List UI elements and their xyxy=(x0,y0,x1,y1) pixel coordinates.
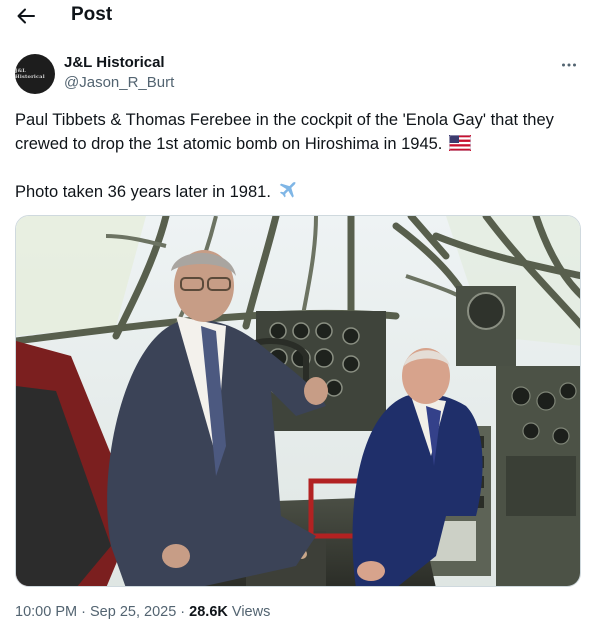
tweet-date[interactable]: Sep 25, 2025 xyxy=(90,604,176,620)
tweet-line-1: Paul Tibbets & Thomas Ferebee in the coc… xyxy=(15,111,554,153)
tweet-photo[interactable] xyxy=(15,215,581,587)
meta-separator-2: · xyxy=(180,604,186,620)
avatar-logo-text: J&L Historical xyxy=(15,68,45,80)
tweet-paragraph-2: Photo taken 36 years later in 1981. xyxy=(15,180,575,204)
cockpit-photo-illustration xyxy=(16,216,580,586)
arrow-left-icon xyxy=(17,8,35,24)
tweet-paragraph-1: Paul Tibbets & Thomas Ferebee in the coc… xyxy=(15,108,575,156)
meta-separator: · xyxy=(81,604,86,620)
tweet-line-2: Photo taken 36 years later in 1981. xyxy=(15,183,271,201)
avatar[interactable]: J&L Historical xyxy=(15,54,55,94)
views-count: 28.6K xyxy=(189,604,228,620)
airplane-icon xyxy=(279,182,296,198)
author-handle[interactable]: @Jason_R_Burt xyxy=(64,74,174,91)
back-button[interactable] xyxy=(12,2,40,30)
tweet-time[interactable]: 10:00 PM xyxy=(15,604,77,620)
page-title: Post xyxy=(71,4,113,25)
views-label: Views xyxy=(231,604,271,620)
more-options-button[interactable] xyxy=(558,54,580,76)
tweet-meta: 10:00 PM · Sep 25, 2025 · 28.6K Views xyxy=(15,604,270,620)
author-display-name[interactable]: J&L Historical xyxy=(64,54,165,71)
tweet-text: Paul Tibbets & Thomas Ferebee in the coc… xyxy=(15,108,575,204)
top-bar: Post xyxy=(0,0,594,34)
tweet-author-row: J&L Historical J&L Historical @Jason_R_B… xyxy=(0,48,594,98)
more-dots-icon xyxy=(562,63,576,67)
us-flag-icon xyxy=(448,135,471,151)
